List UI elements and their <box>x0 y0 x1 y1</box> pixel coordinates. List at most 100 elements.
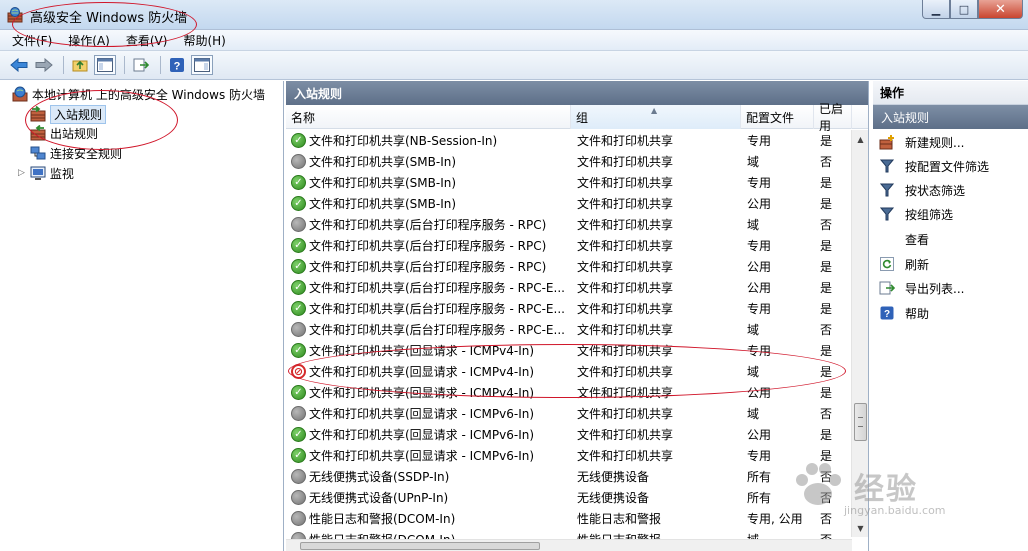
rule-row[interactable]: ✓ 文件和打印机共享(SMB-In) 文件和打印机共享 专用 是 <box>286 172 852 193</box>
rule-row[interactable]: ✓ 文件和打印机共享(后台打印程序服务 - RPC-E... 文件和打印机共享 公用 是 <box>286 277 852 298</box>
rule-enabled-icon: ✓ <box>291 427 306 442</box>
rule-enabled-icon: ✓ <box>291 175 306 190</box>
rule-enabled: 是 <box>820 365 833 379</box>
rule-enabled: 否 <box>820 512 833 526</box>
rule-name-cell: 文件和打印机共享(回显请求 - ICMPv6-In) <box>291 403 571 424</box>
action-label: 按组筛选 <box>905 207 954 222</box>
action-refresh[interactable]: 刷新 <box>879 254 929 274</box>
console-tree-icon <box>97 58 113 72</box>
column-header-profile[interactable]: 配置文件 <box>741 105 814 129</box>
vertical-scrollbar[interactable]: ▲ ▼ <box>851 130 868 537</box>
rule-profile: 域 <box>747 218 760 232</box>
rule-enabled: 是 <box>820 239 833 253</box>
rule-enabled: 否 <box>820 155 833 169</box>
help-button[interactable]: ? <box>166 55 188 75</box>
rule-row[interactable]: ✓ 文件和打印机共享(后台打印程序服务 - RPC) 文件和打印机共享 公用 是 <box>286 256 852 277</box>
actions-section-inbound-rules[interactable]: 入站规则 <box>873 105 1028 129</box>
show-hide-tree-button[interactable] <box>94 55 116 75</box>
expand-arrow-icon[interactable]: ▷ <box>18 168 25 178</box>
rule-row[interactable]: ✓ 文件和打印机共享(后台打印程序服务 - RPC-E... 文件和打印机共享 专用 是 <box>286 298 852 319</box>
rule-profile: 专用 <box>747 344 772 358</box>
filter-icon <box>880 159 894 173</box>
rule-row[interactable]: ✓ 文件和打印机共享(回显请求 - ICMPv6-In) 文件和打印机共享 公用 是 <box>286 424 852 445</box>
column-header-enabled[interactable]: 已启用 <box>814 102 852 133</box>
rule-name-cell: ✓ 文件和打印机共享(回显请求 - ICMPv4-In) <box>291 382 571 403</box>
tree-item-label: 出站规则 <box>50 126 99 141</box>
rule-enabled: 是 <box>820 281 833 295</box>
action-label: 按状态筛选 <box>905 183 966 198</box>
close-button[interactable]: ✕ <box>978 0 1023 19</box>
tree-root-label: 本地计算机 上的高级安全 Windows 防火墙 <box>32 87 266 102</box>
scroll-down-icon[interactable]: ▼ <box>853 520 868 536</box>
minimize-button[interactable]: ▁ <box>922 0 950 19</box>
menu-file[interactable]: 文件(F) <box>12 32 52 49</box>
rule-row[interactable]: ⊘ 文件和打印机共享(回显请求 - ICMPv4-In) 文件和打印机共享 域 是 <box>286 361 852 382</box>
up-folder-button[interactable] <box>69 55 91 75</box>
rule-profile: 域 <box>747 365 760 379</box>
rule-row[interactable]: ✓ 文件和打印机共享(SMB-In) 文件和打印机共享 公用 是 <box>286 193 852 214</box>
rule-row[interactable]: ✓ 文件和打印机共享(回显请求 - ICMPv4-In) 文件和打印机共享 专用 是 <box>286 340 852 361</box>
action-filter-by-group[interactable]: 按组筛选 <box>879 204 953 224</box>
forward-button[interactable] <box>33 55 55 75</box>
horizontal-scrollbar-thumb[interactable] <box>300 542 540 550</box>
scrollbar-thumb[interactable] <box>854 403 867 441</box>
back-button[interactable] <box>8 55 30 75</box>
rule-row[interactable]: 文件和打印机共享(后台打印程序服务 - RPC-E... 文件和打印机共享 域 否 <box>286 319 852 340</box>
action-view[interactable]: 查看 <box>879 229 929 249</box>
folder-up-icon <box>72 60 88 72</box>
action-label: 导出列表... <box>905 281 965 296</box>
rule-profile: 公用 <box>747 386 772 400</box>
action-help[interactable]: ? 帮助 <box>879 303 929 323</box>
menu-help[interactable]: 帮助(H) <box>183 32 225 49</box>
maximize-button[interactable]: □ <box>950 0 978 19</box>
console-tree: 本地计算机 上的高级安全 Windows 防火墙 入站规则 出站规则 连接安全规… <box>0 81 284 551</box>
toolbar: ? <box>0 51 1028 80</box>
rule-disabled-icon <box>291 511 306 526</box>
svg-text:?: ? <box>174 61 181 73</box>
rule-row[interactable]: 无线便携式设备(SSDP-In) 无线便携设备 所有 否 <box>286 466 852 487</box>
horizontal-scrollbar[interactable] <box>286 539 852 551</box>
action-filter-by-state[interactable]: 按状态筛选 <box>879 180 965 200</box>
rule-row[interactable]: ✓ 文件和打印机共享(后台打印程序服务 - RPC) 文件和打印机共享 专用 是 <box>286 235 852 256</box>
rule-profile: 专用 <box>747 176 772 190</box>
tree-root[interactable]: 本地计算机 上的高级安全 Windows 防火墙 <box>12 84 265 104</box>
action-export-list[interactable]: 导出列表... <box>879 278 964 298</box>
menu-action[interactable]: 操作(A) <box>68 32 110 49</box>
rule-group: 文件和打印机共享 <box>577 428 674 442</box>
rule-group: 文件和打印机共享 <box>577 197 674 211</box>
sort-ascending-icon: ▲ <box>651 106 658 115</box>
rule-name-cell: ✓ 文件和打印机共享(后台打印程序服务 - RPC-E... <box>291 277 571 298</box>
export-button[interactable] <box>130 55 152 75</box>
scroll-up-icon[interactable]: ▲ <box>853 131 868 147</box>
action-label: 新建规则... <box>905 135 965 150</box>
tree-item-inbound-rules[interactable]: 入站规则 <box>30 104 107 124</box>
action-new-rule[interactable]: 新建规则... <box>879 132 964 152</box>
help-icon: ? <box>170 58 184 73</box>
rule-name-cell: ✓ 文件和打印机共享(回显请求 - ICMPv6-In) <box>291 445 571 466</box>
rule-row[interactable]: 文件和打印机共享(SMB-In) 文件和打印机共享 域 否 <box>286 151 852 172</box>
rule-profile: 所有 <box>747 470 772 484</box>
tree-item-connection-security-rules[interactable]: 连接安全规则 <box>30 143 122 163</box>
rule-row[interactable]: 文件和打印机共享(后台打印程序服务 - RPC) 文件和打印机共享 域 否 <box>286 214 852 235</box>
rule-name-cell: ✓ 文件和打印机共享(后台打印程序服务 - RPC-E... <box>291 298 571 319</box>
rule-name: 文件和打印机共享(后台打印程序服务 - RPC) <box>309 239 547 253</box>
rule-row[interactable]: 文件和打印机共享(回显请求 - ICMPv6-In) 文件和打印机共享 域 否 <box>286 403 852 424</box>
column-header-name[interactable]: 名称 <box>286 105 571 129</box>
rule-row[interactable]: ✓ 文件和打印机共享(回显请求 - ICMPv4-In) 文件和打印机共享 公用 是 <box>286 382 852 403</box>
rule-name: 文件和打印机共享(SMB-In) <box>309 197 457 211</box>
tree-item-label: 连接安全规则 <box>50 146 123 161</box>
rule-profile: 专用 <box>747 302 772 316</box>
rule-enabled-icon: ✓ <box>291 343 306 358</box>
menu-view[interactable]: 查看(V) <box>126 32 168 49</box>
rule-row[interactable]: 性能日志和警报(DCOM-In) 性能日志和警报 专用, 公用 否 <box>286 508 852 529</box>
tree-item-outbound-rules[interactable]: 出站规则 <box>30 123 98 143</box>
new-rule-icon <box>879 135 894 150</box>
rule-row[interactable]: ✓ 文件和打印机共享(NB-Session-In) 文件和打印机共享 专用 是 <box>286 130 852 151</box>
rule-row[interactable]: 无线便携式设备(UPnP-In) 无线便携设备 所有 否 <box>286 487 852 508</box>
show-hide-action-pane-button[interactable] <box>191 55 213 75</box>
rule-row[interactable]: ✓ 文件和打印机共享(回显请求 - ICMPv6-In) 文件和打印机共享 专用 是 <box>286 445 852 466</box>
rule-name: 文件和打印机共享(回显请求 - ICMPv6-In) <box>309 428 535 442</box>
action-filter-by-profile[interactable]: 按配置文件筛选 <box>879 156 989 176</box>
rule-enabled-icon: ✓ <box>291 280 306 295</box>
tree-item-monitoring[interactable]: ▷ 监视 <box>18 163 74 183</box>
